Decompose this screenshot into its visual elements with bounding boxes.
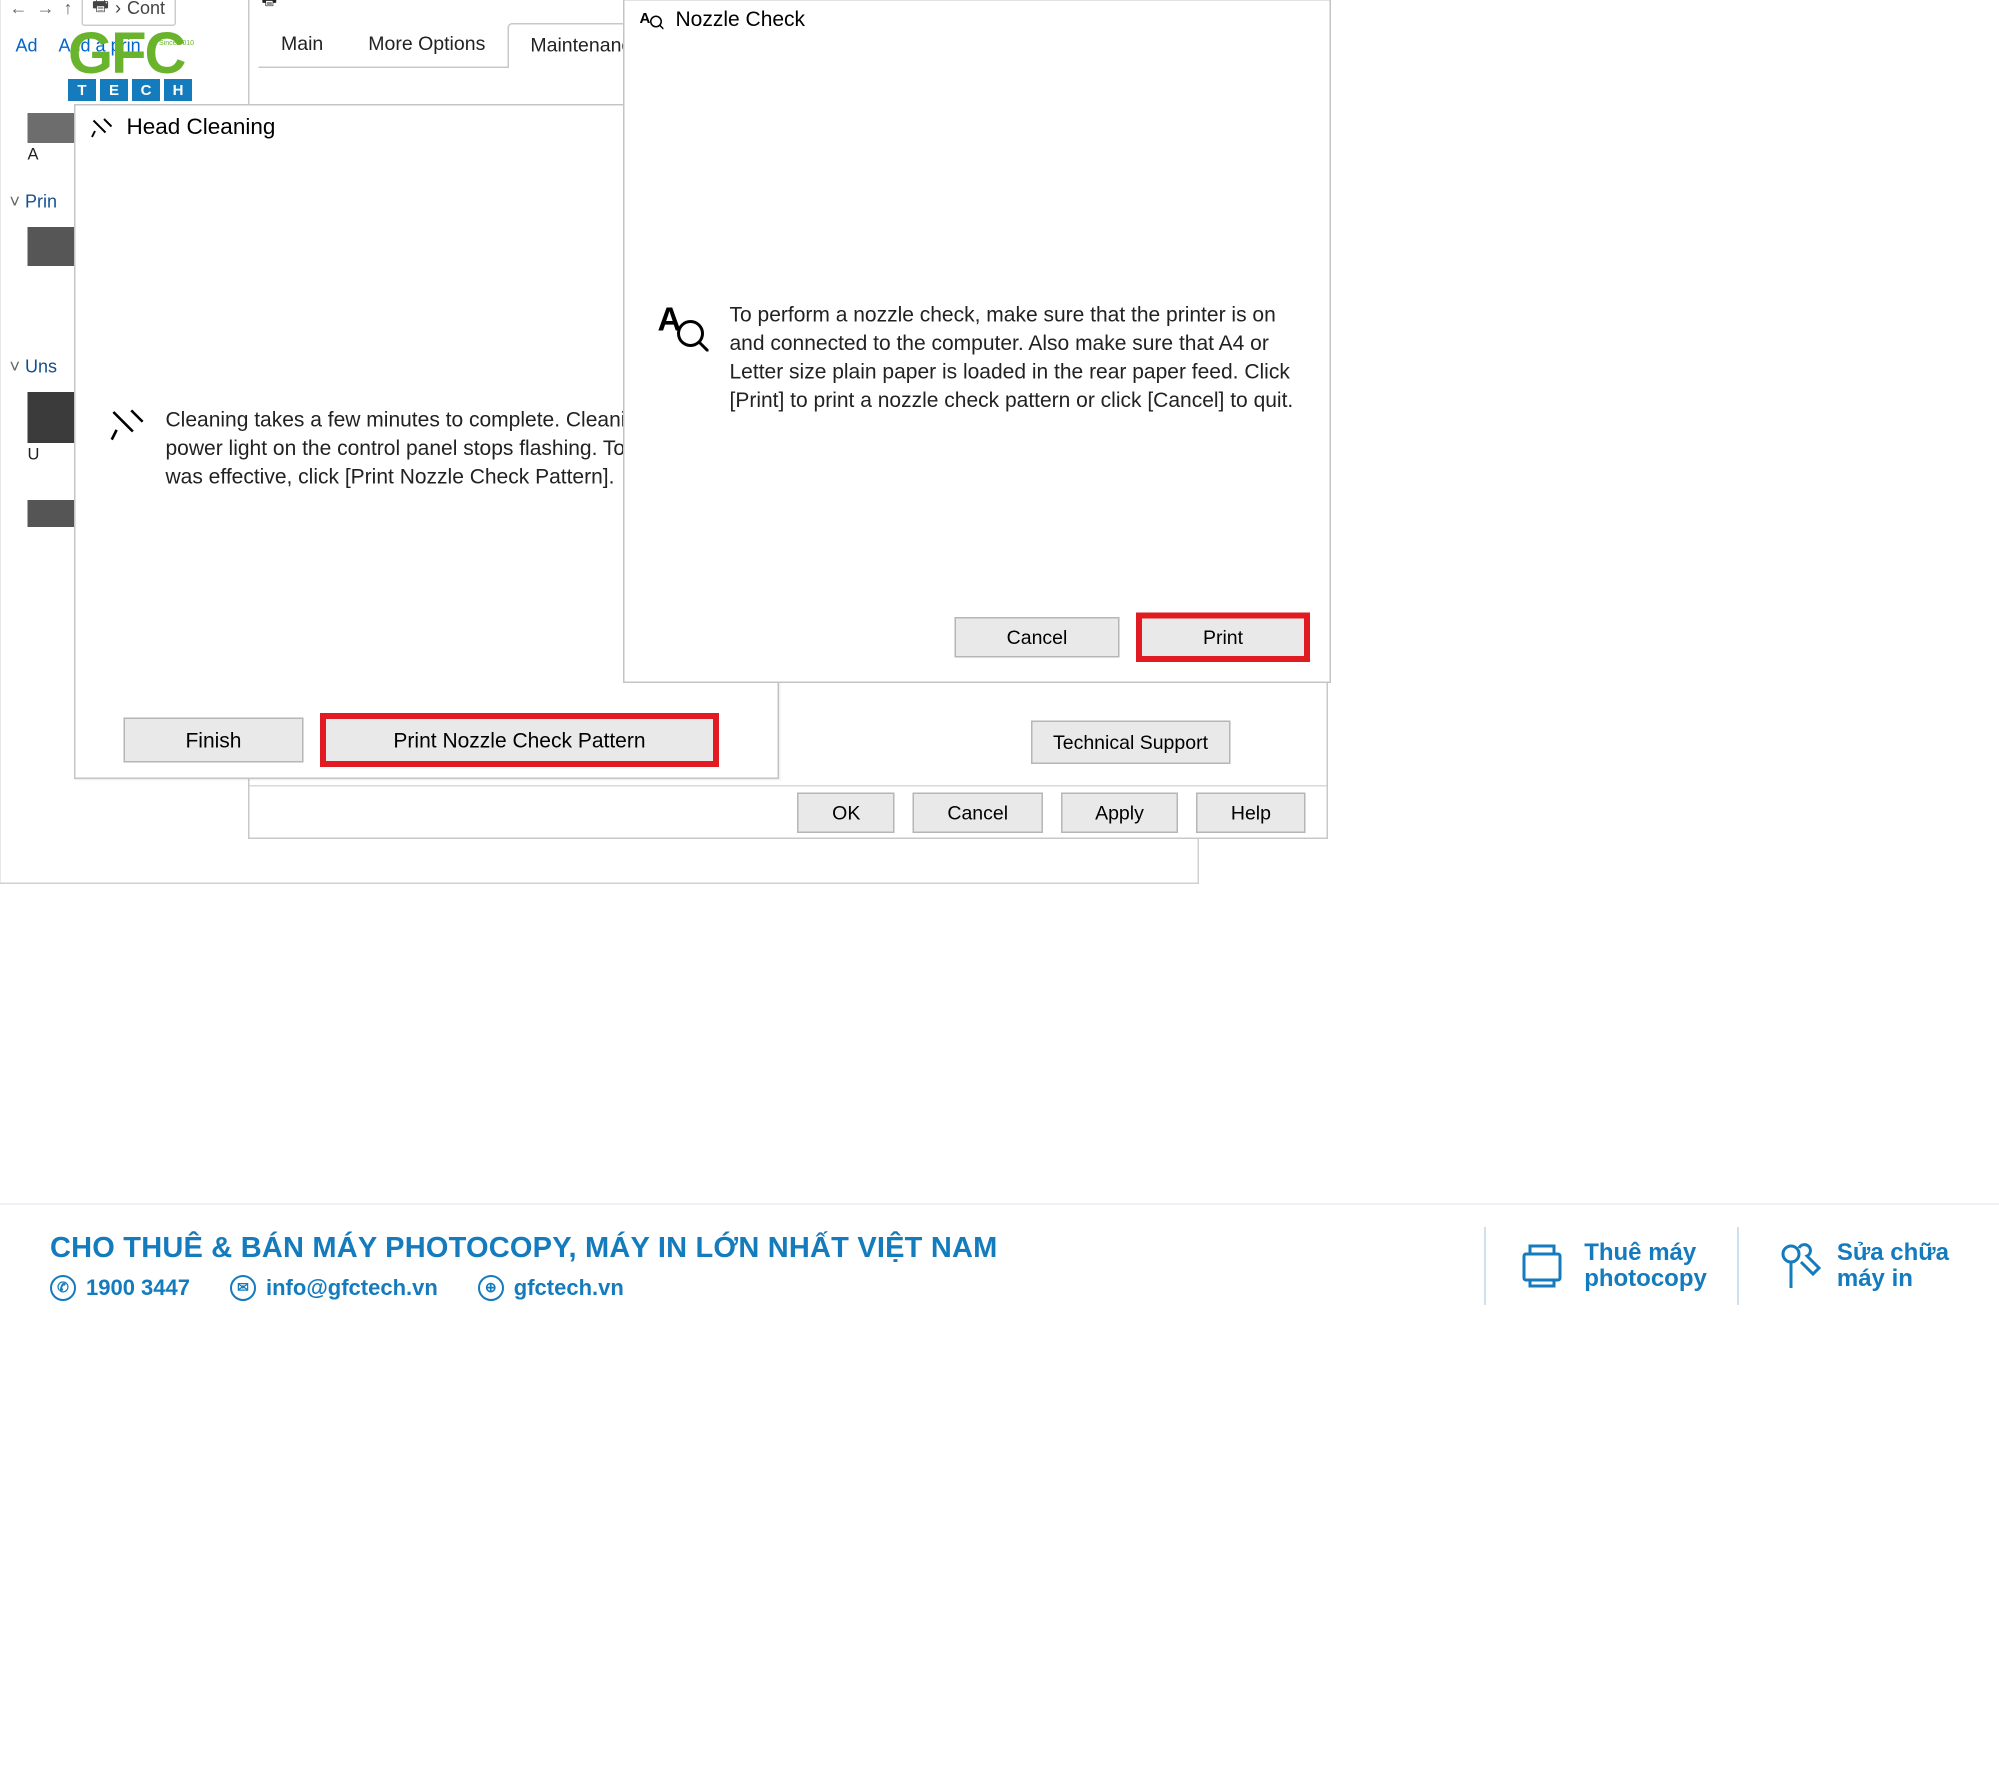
back-icon[interactable]: ←	[10, 0, 28, 18]
wrench-icon	[1769, 1240, 1821, 1292]
footer-headline: CHO THUÊ & BÁN MÁY PHOTOCOPY, MÁY IN LỚN…	[50, 1232, 1454, 1265]
help-button[interactable]: Help	[1196, 793, 1305, 834]
cancel-button[interactable]: Cancel	[913, 793, 1043, 834]
up-icon[interactable]: ↑	[64, 0, 73, 18]
tab-main[interactable]: Main	[259, 22, 346, 67]
tab-more-options[interactable]: More Options	[346, 22, 508, 67]
cancel-button[interactable]: Cancel	[955, 617, 1120, 658]
nozzle-check-icon: A	[658, 301, 709, 352]
nozzle-check-icon: A	[640, 7, 664, 31]
logo-text: GFC	[68, 21, 184, 86]
svg-text:A: A	[640, 10, 651, 27]
nozzle-check-dialog: A Nozzle Check A To perform a nozzle che…	[623, 0, 1331, 683]
forward-icon[interactable]: →	[37, 0, 55, 18]
service-rent-copier[interactable]: Thuê máyphotocopy	[1516, 1240, 1707, 1293]
footer-phone[interactable]: ✆1900 3447	[50, 1275, 190, 1301]
promo-footer: CHO THUÊ & BÁN MÁY PHOTOCOPY, MÁY IN LỚN…	[0, 1203, 1999, 1333]
print-button[interactable]: Print	[1141, 617, 1306, 658]
mail-icon: ✉	[230, 1275, 256, 1301]
gfc-logo: GFC Since 2010 T E C H	[68, 20, 192, 101]
print-nozzle-check-pattern-button[interactable]: Print Nozzle Check Pattern	[325, 718, 715, 763]
globe-icon: ⊕	[478, 1275, 504, 1301]
copier-icon	[1516, 1240, 1568, 1292]
dialog-message: To perform a nozzle check, make sure tha…	[730, 301, 1297, 414]
finish-button[interactable]: Finish	[124, 718, 304, 763]
dialog-title: Nozzle Check	[676, 7, 806, 31]
apply-button[interactable]: Apply	[1061, 793, 1179, 834]
footer-site[interactable]: ⊕gfctech.vn	[478, 1275, 624, 1301]
printer-icon: 🖶	[262, 0, 278, 15]
ok-button[interactable]: OK	[798, 793, 895, 834]
dialog-title: Head Cleaning	[127, 115, 276, 141]
phone-icon: ✆	[50, 1275, 76, 1301]
technical-support-button[interactable]: Technical Support	[1030, 721, 1230, 765]
footer-email[interactable]: ✉info@gfctech.vn	[230, 1275, 438, 1301]
service-repair-printer[interactable]: Sửa chữamáy in	[1769, 1240, 1949, 1293]
head-cleaning-icon	[109, 406, 148, 445]
head-cleaning-icon	[91, 115, 115, 139]
add-device-link[interactable]: Ad	[16, 35, 38, 56]
